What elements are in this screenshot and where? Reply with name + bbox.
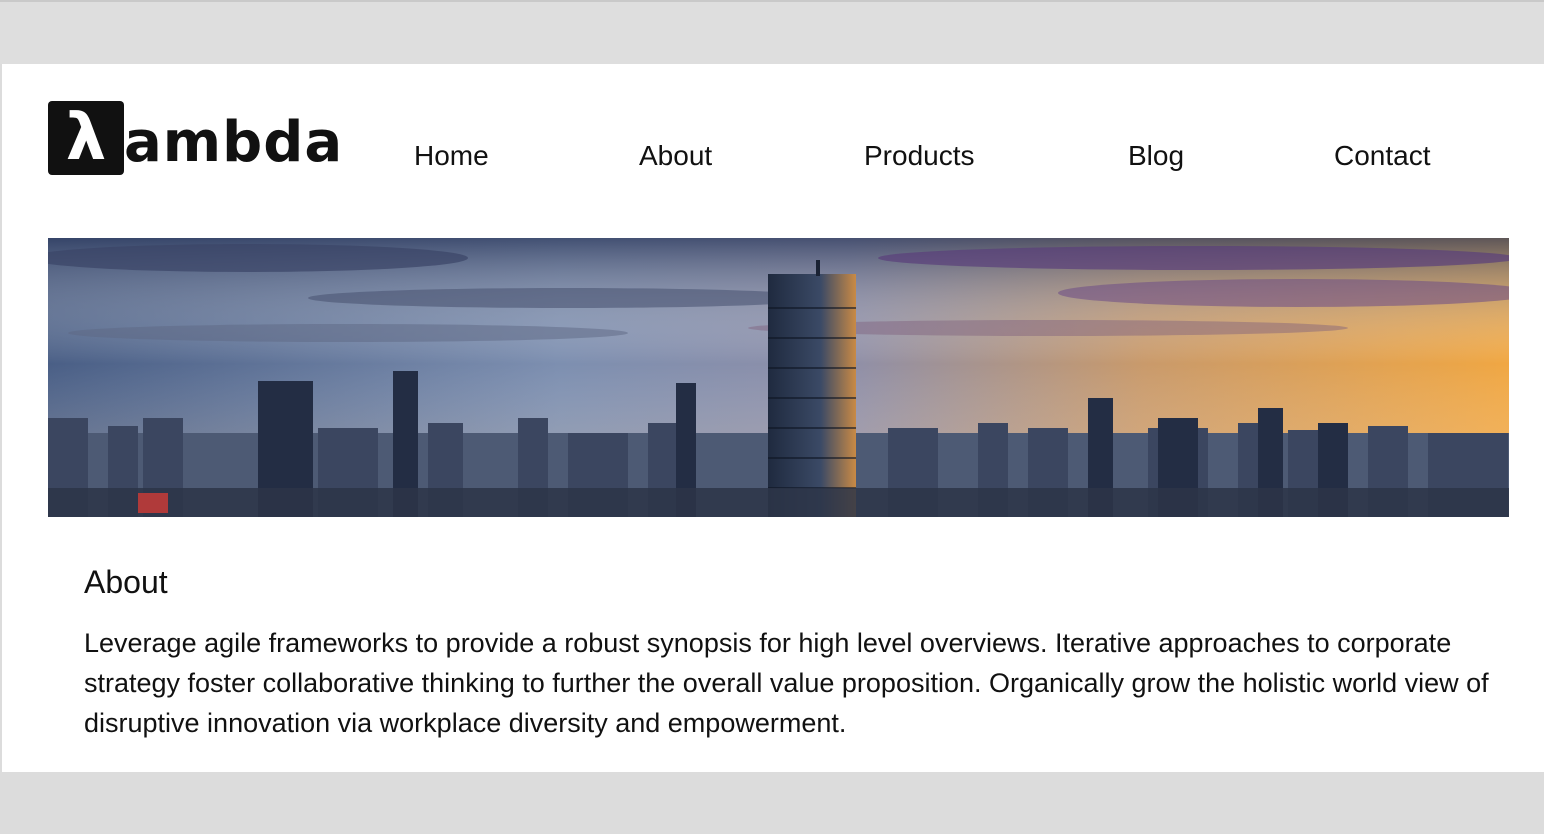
hero-banner-image [48,238,1509,517]
about-section: About Leverage agile frameworks to provi… [84,564,1504,743]
page: λ ambda Home About Products Blog Contact [2,64,1544,772]
nav-blog[interactable]: Blog [1128,140,1184,172]
browser-top-band [0,0,1544,64]
nav-products[interactable]: Products [864,140,975,172]
about-paragraph: Leverage agile frameworks to provide a r… [84,628,1489,738]
about-heading: About [84,564,168,600]
nav-home[interactable]: Home [414,140,489,172]
nav-contact[interactable]: Contact [1334,140,1431,172]
nav-about[interactable]: About [639,140,712,172]
city-skyline-image [48,238,1509,517]
browser-bottom-band [0,772,1544,834]
main-nav: Home About Products Blog Contact [2,140,1544,180]
